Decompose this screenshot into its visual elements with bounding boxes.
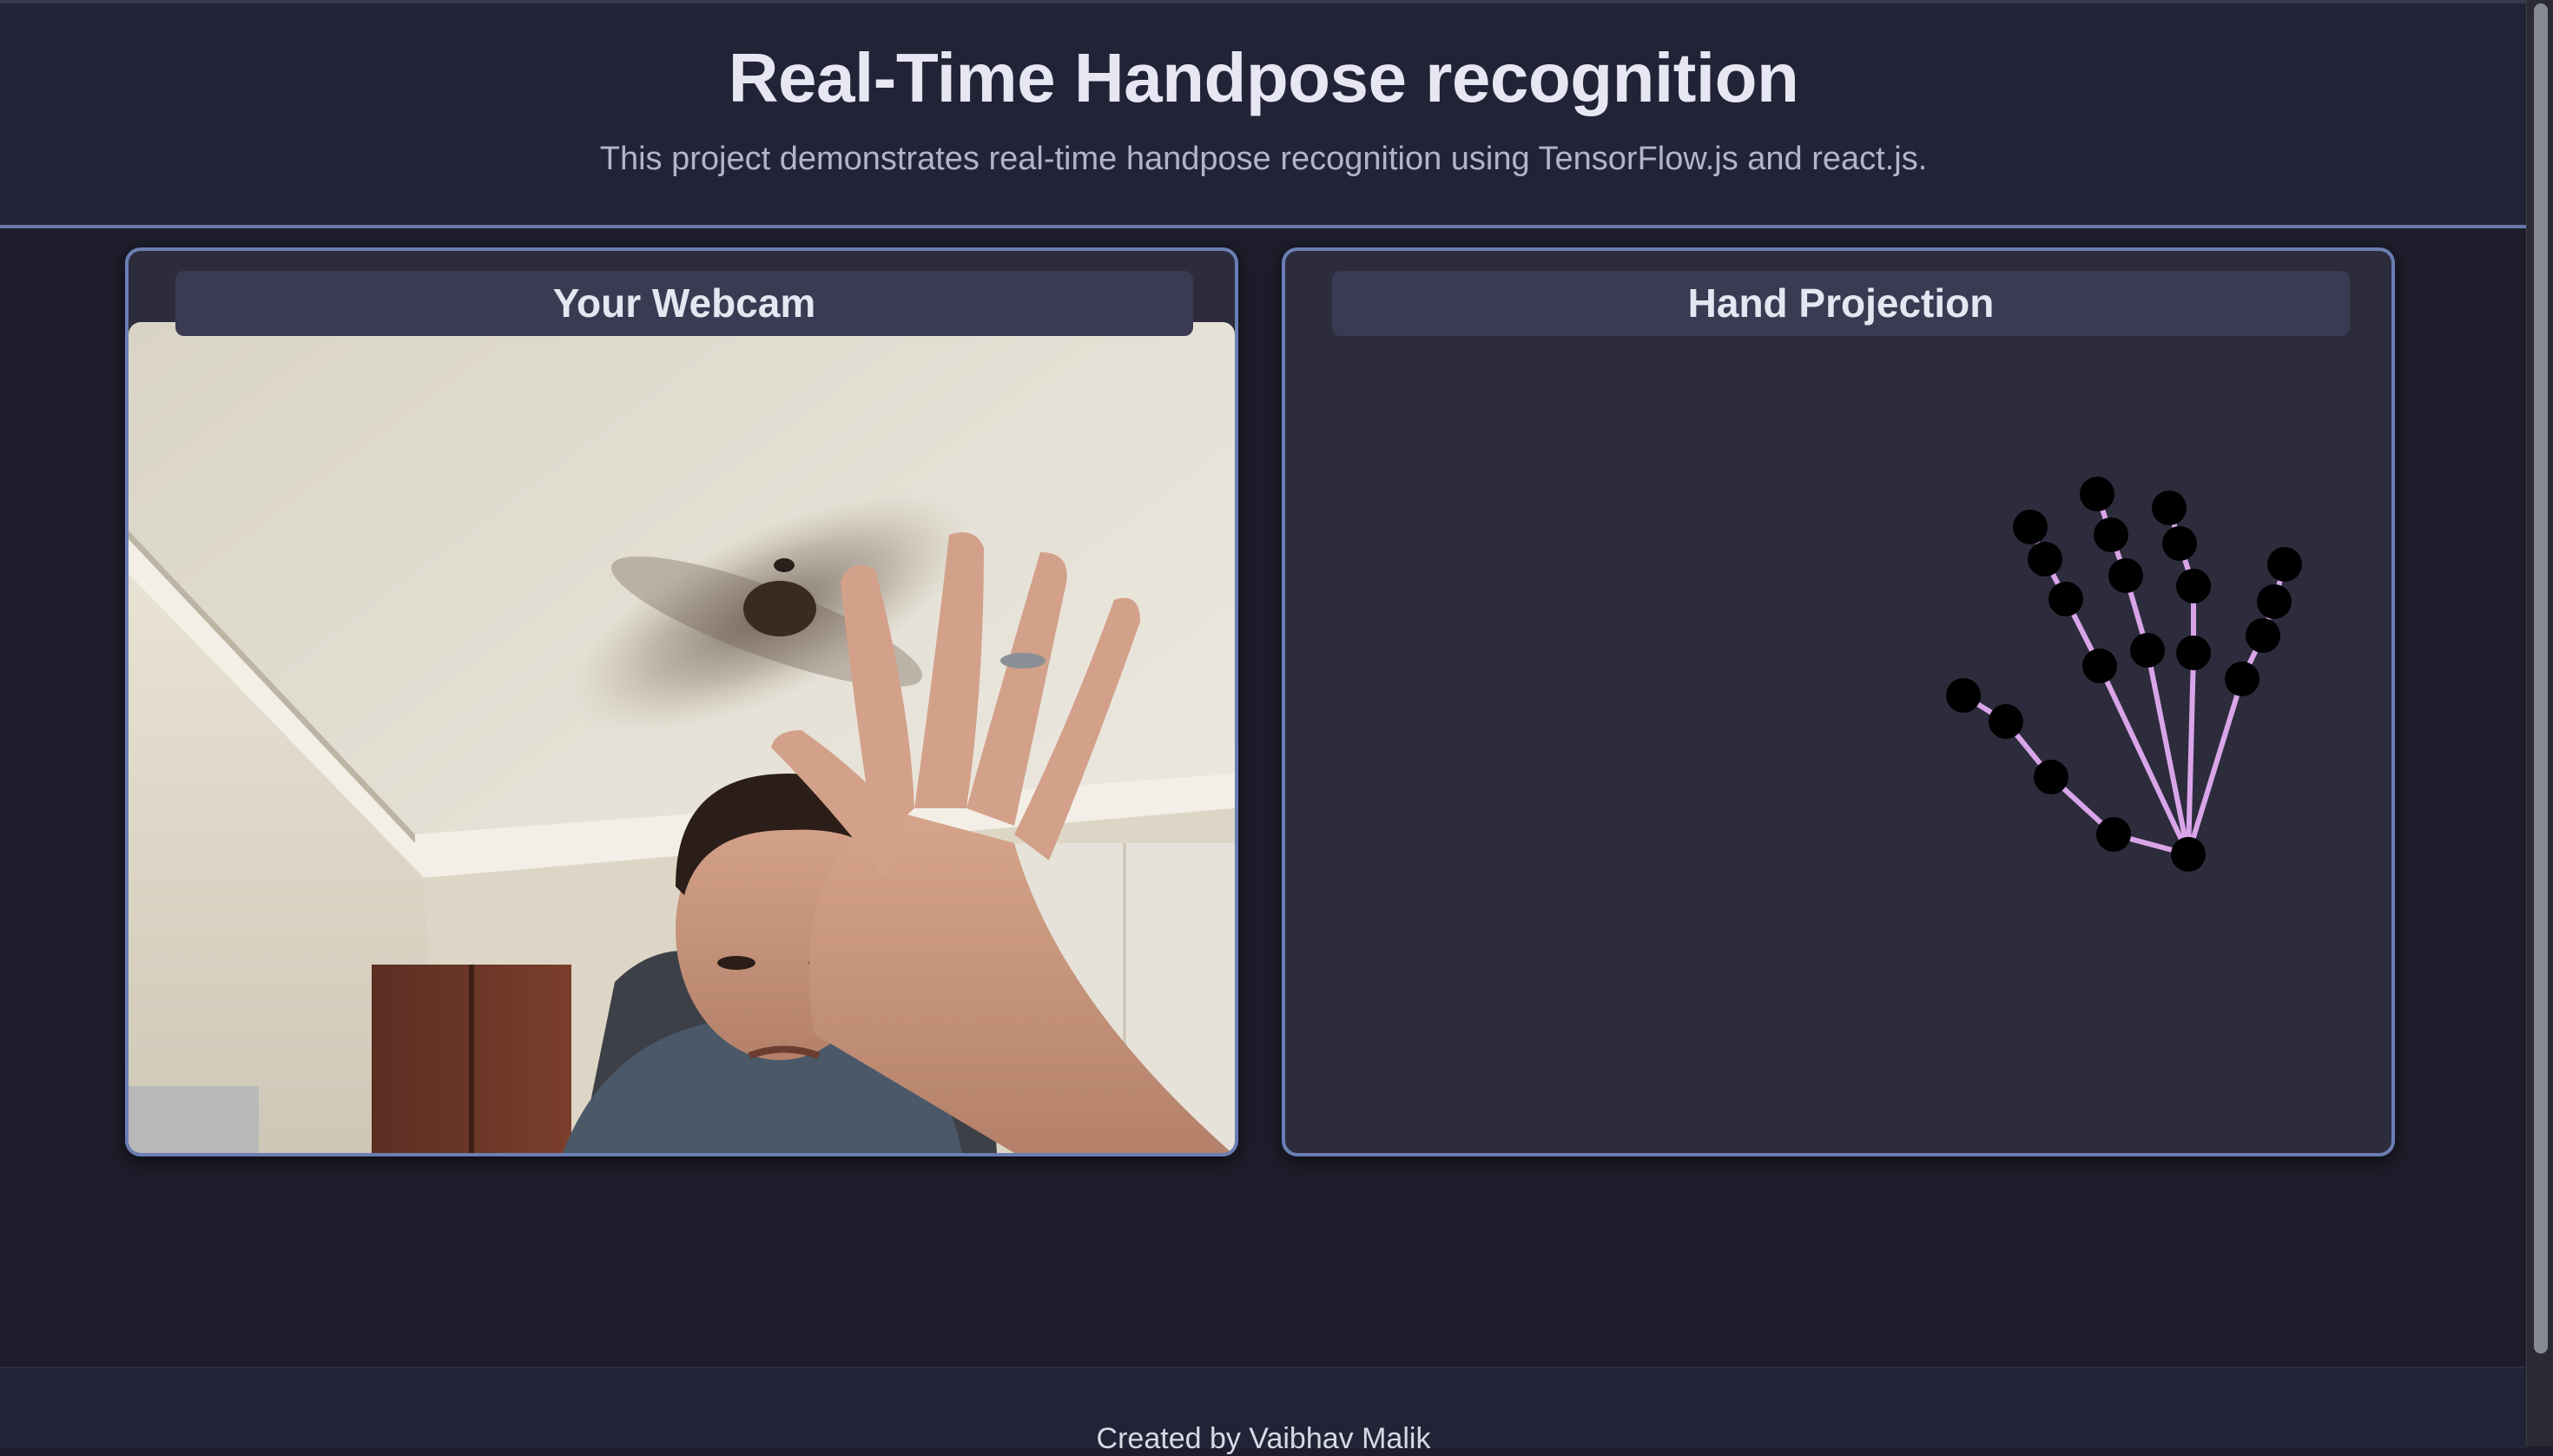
hand-skeleton-canvas xyxy=(1946,477,2302,872)
projection-panel: Hand Projection xyxy=(1282,247,2395,1156)
footer-credit: Created by Vaibhav Malik xyxy=(1096,1422,1431,1455)
scrollbar-thumb[interactable] xyxy=(2534,3,2548,1354)
webcam-panel-title: Your Webcam xyxy=(175,271,1193,336)
vertical-scrollbar[interactable] xyxy=(2526,0,2553,1446)
page-title: Real-Time Handpose recognition xyxy=(728,39,1799,116)
projection-panel-title: Hand Projection xyxy=(1332,271,2350,336)
webcam-video xyxy=(129,322,1235,1153)
page-header: Real-Time Handpose recognition This proj… xyxy=(0,0,2527,228)
page-footer: Created by Vaibhav Malik xyxy=(0,1367,2527,1455)
page-subtitle: This project demonstrates real-time hand… xyxy=(599,141,1928,177)
webcam-panel: Your Webcam xyxy=(125,247,1238,1156)
keypoints xyxy=(1946,477,2302,872)
